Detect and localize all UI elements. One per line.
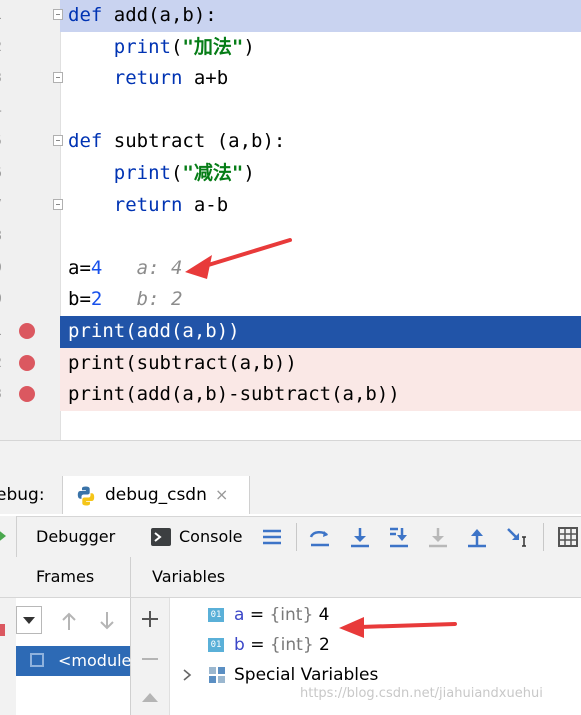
code-line[interactable]: 1 def add(a,b):	[0, 0, 581, 32]
code-text: b=2 b: 2	[68, 288, 183, 311]
close-icon[interactable]: ×	[215, 476, 228, 514]
chevron-right-icon[interactable]	[182, 669, 192, 681]
fold-icon[interactable]	[53, 198, 63, 210]
stop-icon[interactable]	[0, 620, 8, 640]
move-up-icon[interactable]	[141, 688, 159, 706]
remove-watch-icon[interactable]	[141, 650, 159, 668]
line-number: 0	[0, 284, 2, 316]
code-line[interactable]: 2 print(subtract(a,b))	[0, 347, 581, 380]
debug-tab-bar: ebug: debug_csdn ×	[0, 476, 581, 514]
variable-eq: =	[244, 635, 270, 655]
panel-separator[interactable]	[0, 440, 581, 478]
python-icon	[77, 486, 95, 506]
resume-icon[interactable]	[0, 526, 8, 546]
code-text: return a-b	[113, 193, 229, 216]
line-number: 3	[0, 63, 2, 95]
frames-title: Frames	[36, 567, 95, 586]
fold-icon[interactable]	[53, 9, 63, 20]
variable-value: 2	[313, 635, 330, 655]
frames-panel: <module	[16, 598, 131, 715]
variable-type: {int}	[269, 635, 314, 655]
variable-value: 4	[313, 605, 330, 625]
console-tab[interactable]: Console	[179, 517, 243, 557]
code-line[interactable]: 2 print("加法")	[0, 32, 581, 64]
console-icon	[151, 528, 171, 546]
code-text: print("减法")	[113, 162, 255, 184]
variable-name: b	[234, 635, 245, 655]
code-line[interactable]: 6 print("减法")	[0, 158, 581, 190]
line-number: 2	[0, 348, 2, 380]
line-number: 1	[0, 0, 2, 32]
code-text: def add(a,b):	[68, 4, 217, 26]
code-line[interactable]: 1 print(add(a,b))	[0, 316, 581, 348]
int-type-icon: 01	[208, 608, 224, 622]
code-line[interactable]: 0 b=2 b: 2	[0, 284, 581, 316]
line-number: 1	[0, 316, 2, 348]
code-text: a=4 a: 4	[68, 256, 183, 279]
frames-variables-header: Frames Variables	[0, 557, 581, 598]
add-watch-icon[interactable]	[141, 610, 159, 628]
code-line[interactable]: 7 return a-b	[0, 190, 581, 222]
variable-name: a	[234, 605, 245, 625]
code-text: print(add(a,b)-subtract(a,b))	[68, 383, 400, 406]
variables-title: Variables	[152, 567, 226, 586]
frame-icon	[30, 653, 44, 667]
code-line[interactable]: 8	[0, 221, 581, 253]
tab-label: debug_csdn	[105, 485, 207, 505]
debugger-tab[interactable]: Debugger	[36, 517, 115, 557]
code-line[interactable]: 3 print(add(a,b)-subtract(a,b))	[0, 379, 581, 411]
watermark: https://blog.csdn.net/jiahuiandxuehui	[300, 686, 543, 701]
evaluate-expression-icon[interactable]	[556, 525, 580, 549]
frame-item-module[interactable]: <module	[16, 646, 132, 676]
line-number: 3	[0, 379, 2, 411]
thread-dropdown[interactable]	[16, 606, 42, 634]
line-number: 9	[0, 253, 2, 285]
left-toolstrip	[0, 516, 17, 715]
code-line[interactable]: 3 return a+b	[0, 63, 581, 95]
frame-label: <module	[58, 651, 132, 670]
variable-type: {int}	[269, 605, 314, 625]
code-editor[interactable]: 1def add(a,b):2 print("加法")3 return a+b4…	[0, 0, 581, 440]
line-number: 4	[0, 95, 2, 127]
fold-icon[interactable]	[53, 72, 63, 84]
variable-eq: =	[244, 605, 270, 625]
code-line[interactable]: 9 a=4 a: 4	[0, 253, 581, 285]
step-into-my-code-icon[interactable]	[387, 525, 411, 549]
debug-toolbar: Debugger Console	[0, 516, 581, 558]
frames-header: Frames	[16, 557, 131, 597]
int-type-icon: 01	[208, 638, 224, 652]
code-line[interactable]: 4	[0, 95, 581, 127]
line-number: 7	[0, 190, 2, 222]
code-text: return a+b	[113, 67, 229, 90]
frame-up-icon[interactable]	[60, 610, 78, 632]
run-to-cursor-icon[interactable]	[505, 525, 529, 549]
line-number: 5	[0, 126, 2, 158]
code-text: print("加法")	[113, 35, 255, 58]
step-over-icon[interactable]	[348, 525, 372, 549]
code-text: print(add(a,b))	[68, 320, 240, 342]
line-number: 2	[0, 32, 2, 64]
variables-toolstrip	[131, 598, 170, 715]
breakpoint-icon[interactable]	[19, 354, 35, 371]
frame-down-icon[interactable]	[98, 610, 116, 632]
line-number: 6	[0, 158, 2, 190]
special-variables-icon	[209, 667, 225, 683]
show-execution-point-icon[interactable]	[308, 525, 332, 549]
code-text: print(subtract(a,b))	[68, 351, 297, 374]
code-text: def subtract (a,b):	[68, 130, 286, 153]
step-out-icon[interactable]	[465, 525, 489, 549]
tab-debug-csdn[interactable]: debug_csdn ×	[62, 476, 250, 514]
debug-window-title: ebug:	[0, 485, 45, 505]
menu-lines-icon[interactable]	[260, 525, 284, 549]
force-step-into-icon[interactable]	[426, 525, 450, 549]
code-line[interactable]: 5 def subtract (a,b):	[0, 126, 581, 158]
line-number: 8	[0, 221, 2, 253]
breakpoint-icon[interactable]	[19, 386, 35, 403]
breakpoint-icon[interactable]	[19, 323, 35, 339]
fold-icon[interactable]	[53, 135, 63, 147]
